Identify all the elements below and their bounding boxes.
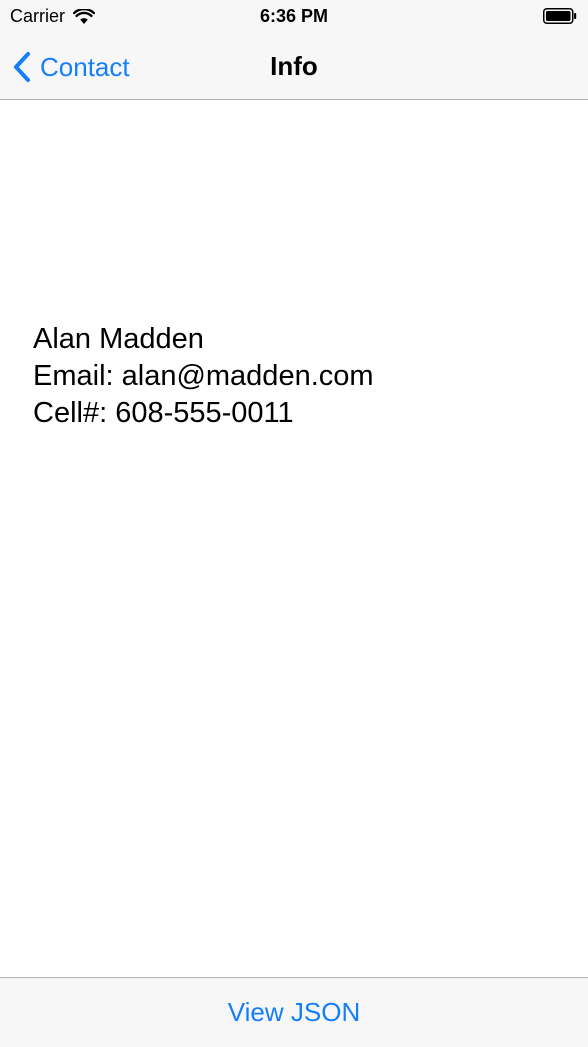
view-json-button[interactable]: View JSON — [228, 997, 360, 1028]
top-bar: Carrier 6:36 PM Contact Info — [0, 0, 588, 100]
contact-info: Alan Madden Email: alan@madden.com Cell#… — [33, 321, 553, 432]
contact-name: Alan Madden — [33, 323, 204, 355]
status-time: 6:36 PM — [259, 6, 329, 26]
status-bar: Carrier 6:36 PM — [0, 0, 588, 34]
navigation-bar: Contact Info — [0, 34, 588, 100]
battery-icon — [543, 8, 577, 24]
contact-cell: Cell#: 608-555-0011 — [33, 397, 294, 429]
bottom-toolbar: View JSON — [0, 977, 588, 1047]
page-title: Info — [270, 51, 318, 81]
contact-email: Email: alan@madden.com — [33, 360, 374, 392]
